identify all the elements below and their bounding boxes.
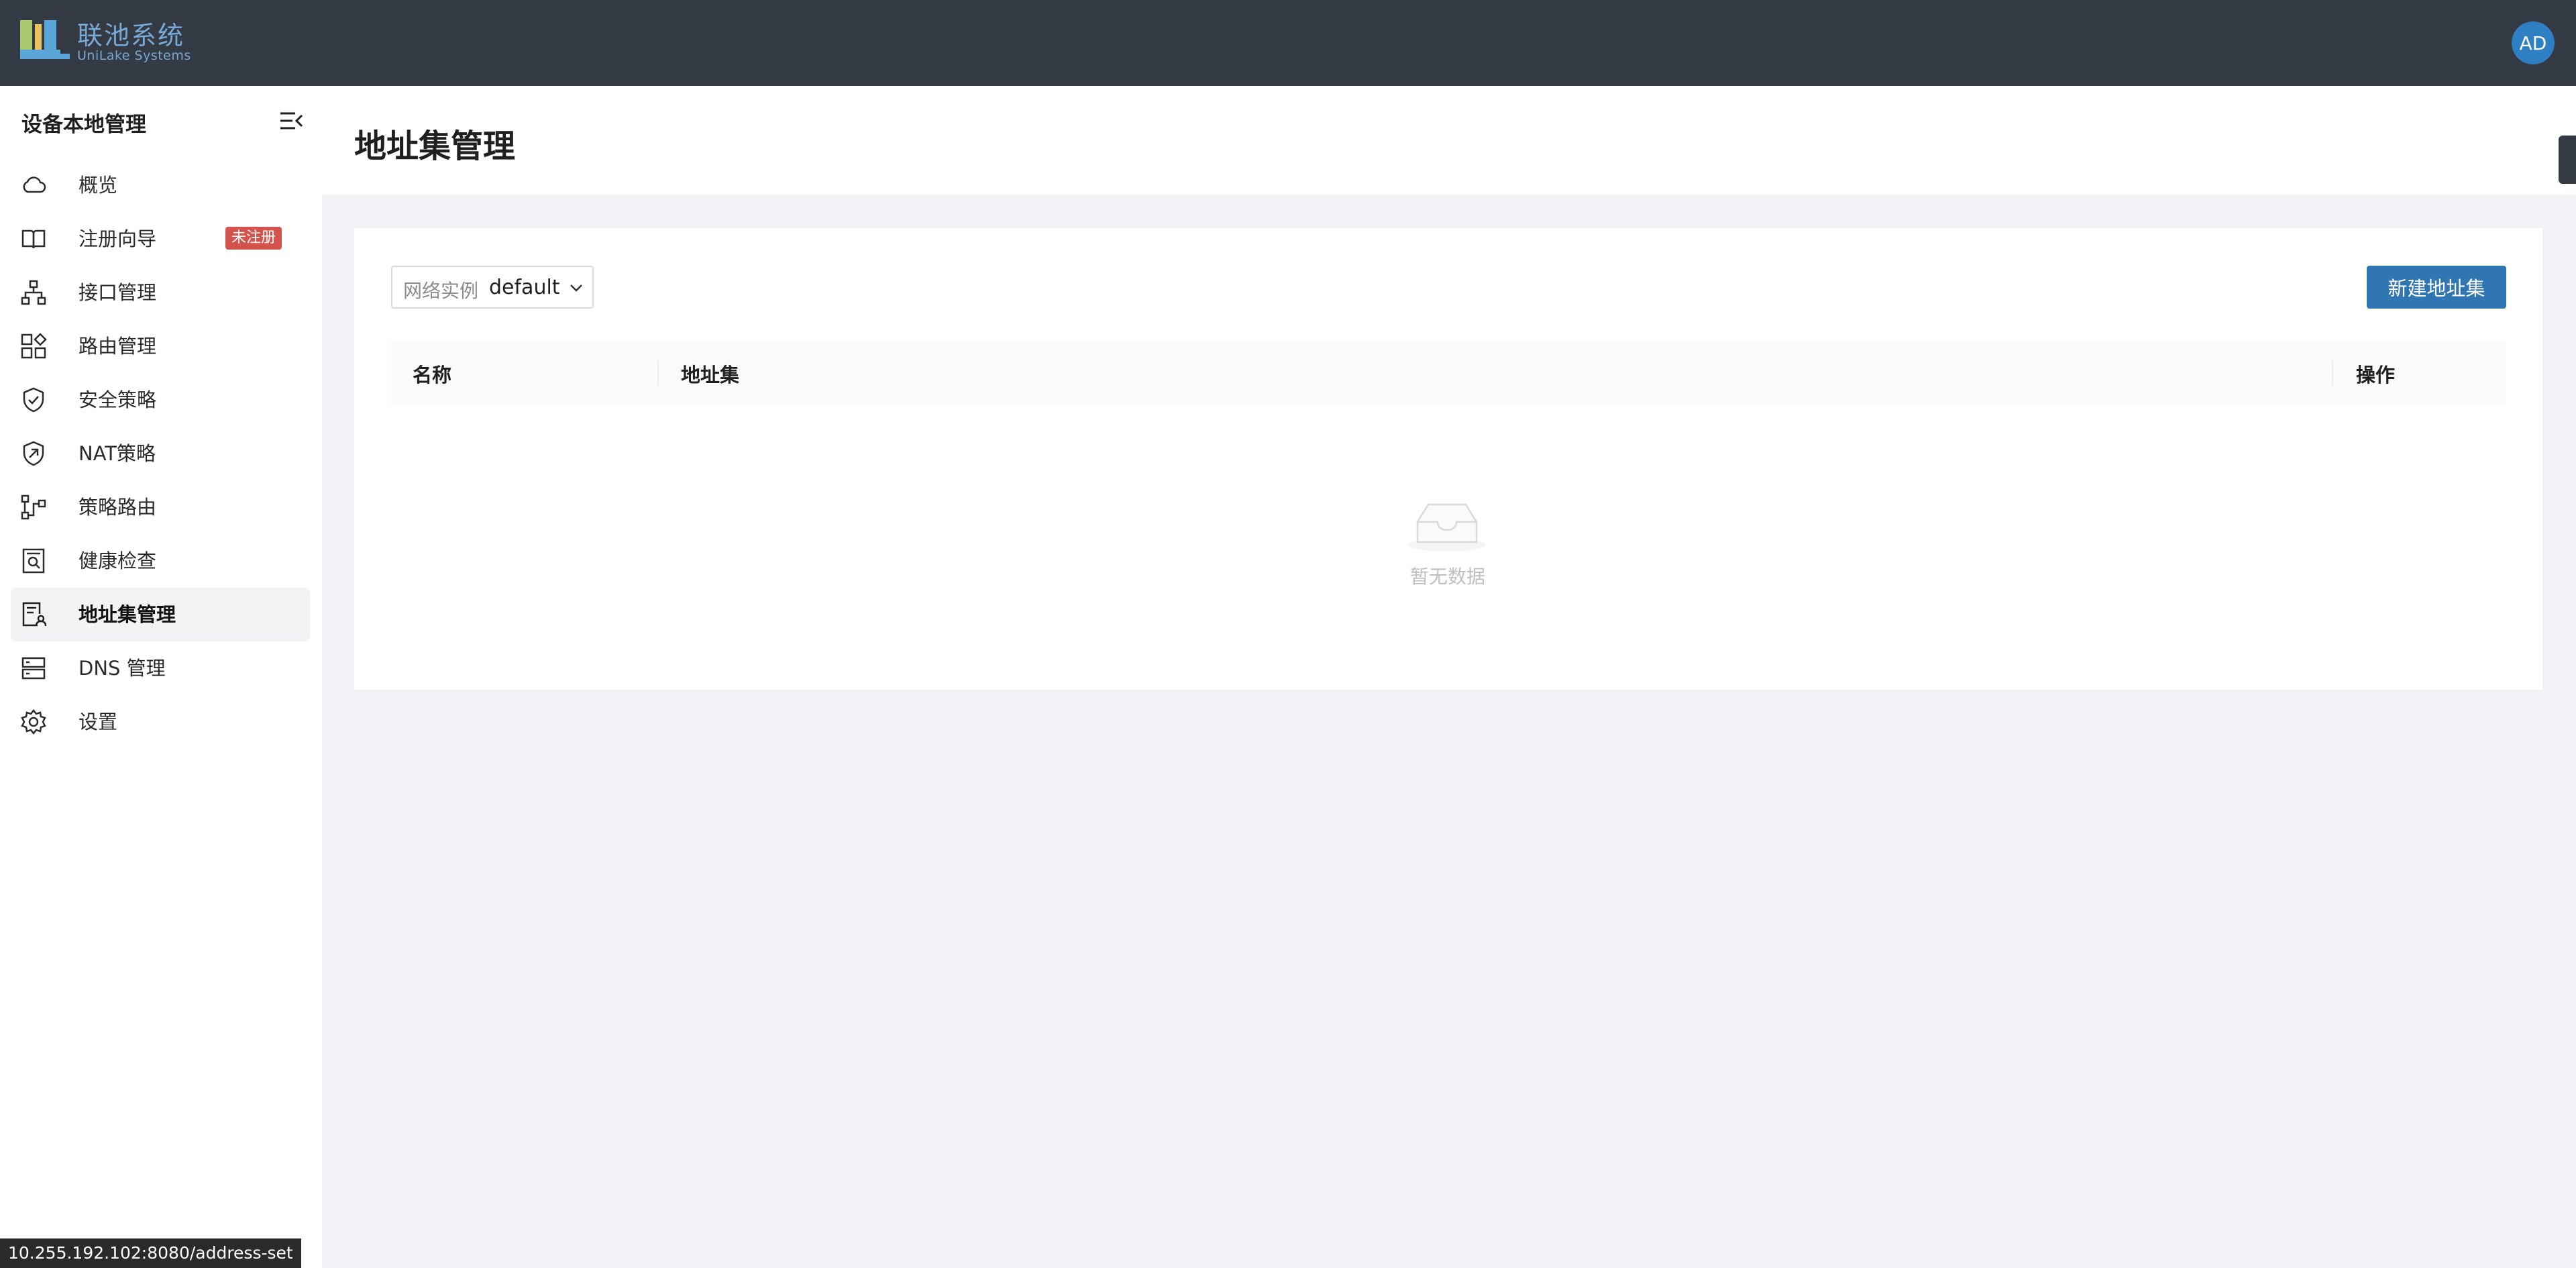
- sidebar-item-dns[interactable]: DNS 管理: [11, 641, 310, 695]
- column-divider: [657, 361, 659, 385]
- empty-state-text: 暂无数据: [1410, 566, 1486, 588]
- new-address-set-button[interactable]: 新建地址集: [2367, 266, 2506, 309]
- column-header-actions: 操作: [2356, 364, 2396, 386]
- user-avatar[interactable]: AD: [2512, 21, 2555, 64]
- page-header: 地址集管理: [322, 86, 2576, 195]
- apps-icon: [21, 333, 47, 359]
- link-status-url: 10.255.192.102:8080/address-set: [0, 1238, 301, 1268]
- sidebar-item-label: NAT策略: [78, 442, 156, 465]
- sidebar-item-settings[interactable]: 设置: [11, 695, 310, 749]
- empty-inbox-icon: [1408, 503, 1486, 551]
- sidebar-item-policy-route[interactable]: 策略路由: [11, 480, 310, 534]
- brand-subtitle: UniLake Systems: [77, 48, 191, 63]
- sidebar-item-label: 策略路由: [78, 496, 157, 519]
- select-value: default: [489, 276, 560, 299]
- sidebar-item-interface[interactable]: 接口管理: [11, 266, 310, 319]
- sidebar-item-label: DNS 管理: [78, 657, 166, 680]
- shield-check-icon: [23, 387, 44, 413]
- sidebar-item-security-policy[interactable]: 安全策略: [11, 373, 310, 427]
- select-label: 网络实例: [403, 280, 479, 302]
- network-icon: [21, 280, 46, 305]
- network-instance-select[interactable]: 网络实例 default: [391, 266, 594, 309]
- sidebar-item-label: 安全策略: [78, 388, 157, 411]
- sidebar: 设备本地管理 概览 注册向导 未注册 接口管理 路由管理 安全策略 NAT策略 …: [0, 86, 322, 1268]
- sidebar-item-label: 健康检查: [78, 549, 157, 572]
- sidebar-item-label: 注册向导: [78, 227, 157, 250]
- sidebar-item-routing[interactable]: 路由管理: [11, 319, 310, 373]
- top-bar: 联池系统 UniLake Systems AD: [0, 0, 2576, 86]
- sidebar-title: 设备本地管理: [21, 113, 146, 137]
- sidebar-item-overview[interactable]: 概览: [11, 158, 310, 212]
- table-header: 名称 地址集 操作: [391, 339, 2506, 407]
- side-drawer-handle[interactable]: [2559, 136, 2576, 184]
- address-set-card: 网络实例 default 新建地址集 名称 地址集 操作 暂无数据: [354, 228, 2542, 690]
- health-check-icon: [22, 548, 45, 574]
- sidebar-item-label: 概览: [78, 174, 118, 197]
- gear-icon: [21, 708, 46, 735]
- unregistered-badge: 未注册: [225, 227, 282, 250]
- page-title: 地址集管理: [354, 127, 516, 165]
- menu-fold-icon[interactable]: [278, 107, 305, 134]
- sidebar-item-label: 接口管理: [78, 281, 157, 304]
- address-list-icon: [22, 602, 47, 627]
- sidebar-item-label: 路由管理: [78, 335, 157, 358]
- sidebar-item-label: 地址集管理: [78, 603, 176, 626]
- brand-name: 联池系统: [77, 21, 185, 50]
- book-icon: [21, 229, 46, 249]
- sidebar-item-address-set[interactable]: 地址集管理: [11, 588, 310, 641]
- chevron-down-icon: [570, 284, 582, 292]
- server-icon: [21, 657, 46, 680]
- sidebar-item-register-wizard[interactable]: 注册向导 未注册: [11, 212, 310, 266]
- shield-link-icon: [23, 441, 44, 466]
- sidebar-item-health-check[interactable]: 健康检查: [11, 534, 310, 588]
- sidebar-item-label: 设置: [78, 710, 118, 733]
- column-divider: [2332, 361, 2333, 385]
- policy-route-icon: [21, 494, 46, 520]
- column-header-address-set[interactable]: 地址集: [681, 360, 739, 388]
- column-header-name[interactable]: 名称: [413, 360, 451, 388]
- cloud-icon: [23, 176, 46, 193]
- unilake-logo[interactable]: [20, 20, 70, 63]
- sidebar-item-nat-policy[interactable]: NAT策略: [11, 427, 310, 480]
